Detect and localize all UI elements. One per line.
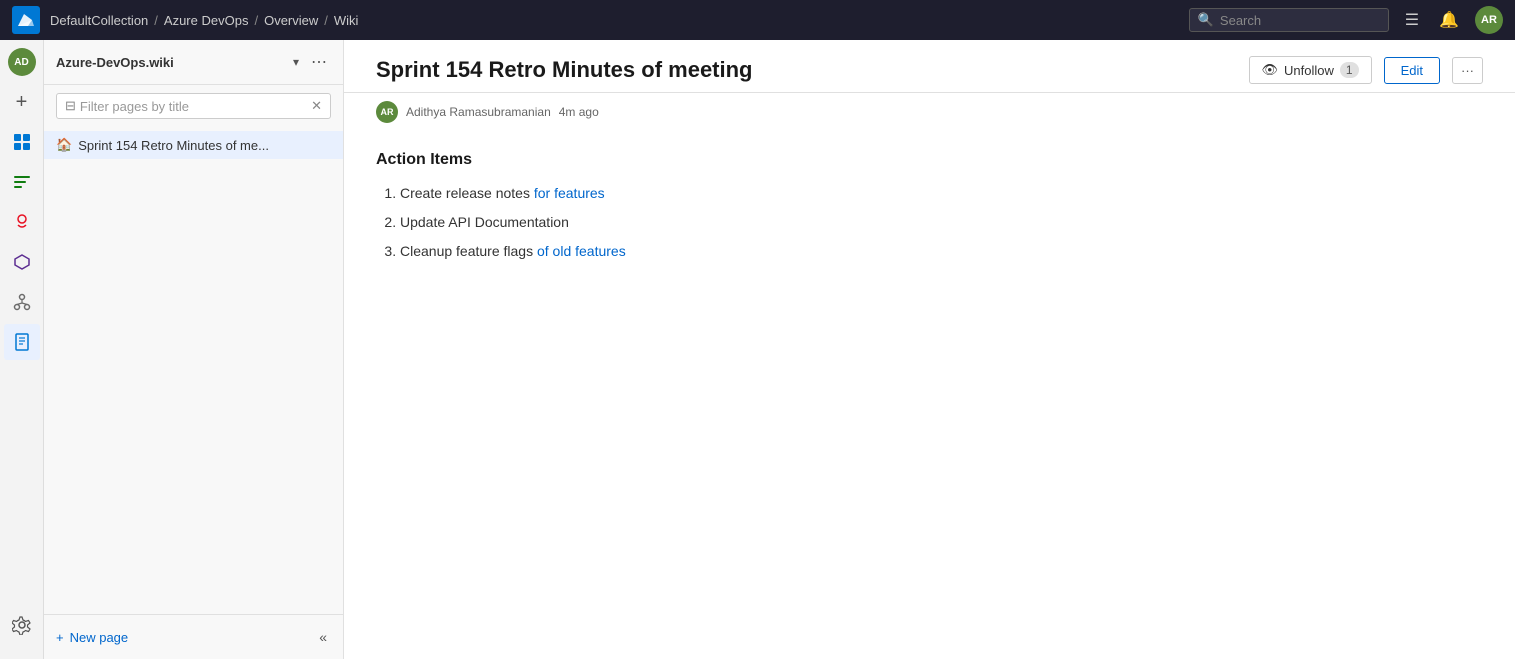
follower-count: 1 bbox=[1340, 62, 1359, 78]
add-button[interactable]: + bbox=[4, 84, 40, 120]
main-layout: AD + bbox=[0, 40, 1515, 659]
sidebar-icons-bottom bbox=[4, 607, 40, 651]
page-tree: 🏠 Sprint 154 Retro Minutes of me... bbox=[44, 127, 343, 614]
breadcrumb-default-collection[interactable]: DefaultCollection bbox=[50, 13, 148, 28]
sidebar-icon-boards[interactable] bbox=[4, 124, 40, 160]
action-item-1: Create release notes for features bbox=[400, 183, 1483, 204]
page-tree-item[interactable]: 🏠 Sprint 154 Retro Minutes of me... bbox=[44, 131, 343, 159]
user-avatar[interactable]: AR bbox=[1475, 6, 1503, 34]
breadcrumb-sep-3: / bbox=[324, 13, 328, 28]
filter-bar[interactable]: ⊟ ✕ bbox=[56, 93, 331, 119]
filter-icon: ⊟ bbox=[65, 98, 76, 114]
search-icon: 🔍 bbox=[1198, 12, 1214, 28]
more-options-button[interactable]: ··· bbox=[1452, 57, 1483, 84]
wiki-title: Azure-DevOps.wiki bbox=[56, 55, 285, 70]
sidebar-top-avatar[interactable]: AD bbox=[8, 48, 36, 76]
content-area: Sprint 154 Retro Minutes of meeting 👁 Un… bbox=[344, 40, 1515, 659]
search-input[interactable] bbox=[1220, 13, 1380, 28]
new-page-plus-icon: + bbox=[56, 630, 64, 645]
breadcrumb: DefaultCollection / Azure DevOps / Overv… bbox=[50, 13, 1189, 28]
content-body: Action Items Create release notes for fe… bbox=[344, 131, 1515, 659]
action-item-3: Cleanup feature flags of old features bbox=[400, 241, 1483, 262]
wiki-title-chevron[interactable]: ▾ bbox=[293, 55, 299, 69]
unfollow-icon: 👁 bbox=[1262, 62, 1279, 78]
azure-devops-logo bbox=[12, 6, 40, 34]
sidebar-icon-artifacts[interactable] bbox=[4, 204, 40, 240]
sidebar-icons-top bbox=[4, 124, 40, 603]
section-heading: Action Items bbox=[376, 151, 1483, 169]
content-header: Sprint 154 Retro Minutes of meeting 👁 Un… bbox=[344, 40, 1515, 93]
time-ago: 4m ago bbox=[559, 105, 599, 119]
sidebar-icon-test-plans[interactable] bbox=[4, 244, 40, 280]
content-meta: AR Adithya Ramasubramanian 4m ago bbox=[344, 93, 1515, 131]
new-page-label: New page bbox=[70, 630, 129, 645]
action-items-list: Create release notes for features Update… bbox=[376, 183, 1483, 262]
home-icon: 🏠 bbox=[56, 137, 72, 153]
sidebar-icon-repos[interactable] bbox=[4, 284, 40, 320]
page-sidebar: Azure-DevOps.wiki ▾ ⋯ ⊟ ✕ 🏠 Sprint 154 R… bbox=[44, 40, 344, 659]
breadcrumb-wiki[interactable]: Wiki bbox=[334, 13, 359, 28]
author-avatar: AR bbox=[376, 101, 398, 123]
sidebar-icon-sprints[interactable] bbox=[4, 164, 40, 200]
filter-input[interactable] bbox=[80, 99, 311, 114]
page-sidebar-header: Azure-DevOps.wiki ▾ ⋯ bbox=[44, 40, 343, 85]
page-title: Sprint 154 Retro Minutes of meeting bbox=[376, 57, 1237, 83]
action-item-2: Update API Documentation bbox=[400, 212, 1483, 233]
collapse-sidebar-button[interactable]: « bbox=[315, 625, 331, 649]
top-nav: DefaultCollection / Azure DevOps / Overv… bbox=[0, 0, 1515, 40]
top-nav-right: 🔍 ☰ 🔔 AR bbox=[1189, 6, 1503, 34]
search-box[interactable]: 🔍 bbox=[1189, 8, 1389, 32]
breadcrumb-sep-1: / bbox=[154, 13, 158, 28]
breadcrumb-azure-devops[interactable]: Azure DevOps bbox=[164, 13, 249, 28]
wiki-menu-button[interactable]: ⋯ bbox=[307, 50, 331, 74]
sidebar-icon-wiki[interactable] bbox=[4, 324, 40, 360]
notification-icon[interactable]: 🔔 bbox=[1435, 6, 1463, 34]
page-sidebar-footer: + New page « bbox=[44, 614, 343, 659]
unfollow-label: Unfollow bbox=[1284, 63, 1334, 78]
sidebar-icon-settings[interactable] bbox=[4, 607, 40, 643]
icon-sidebar: AD + bbox=[0, 40, 44, 659]
breadcrumb-sep-2: / bbox=[254, 13, 258, 28]
unfollow-button[interactable]: 👁 Unfollow 1 bbox=[1249, 56, 1372, 84]
edit-button[interactable]: Edit bbox=[1384, 57, 1440, 84]
filter-clear-icon[interactable]: ✕ bbox=[311, 98, 322, 114]
author-name: Adithya Ramasubramanian bbox=[406, 105, 551, 119]
page-tree-item-label: Sprint 154 Retro Minutes of me... bbox=[78, 138, 269, 153]
new-page-button[interactable]: + New page bbox=[56, 630, 128, 645]
view-list-icon[interactable]: ☰ bbox=[1401, 6, 1423, 34]
breadcrumb-overview[interactable]: Overview bbox=[264, 13, 318, 28]
